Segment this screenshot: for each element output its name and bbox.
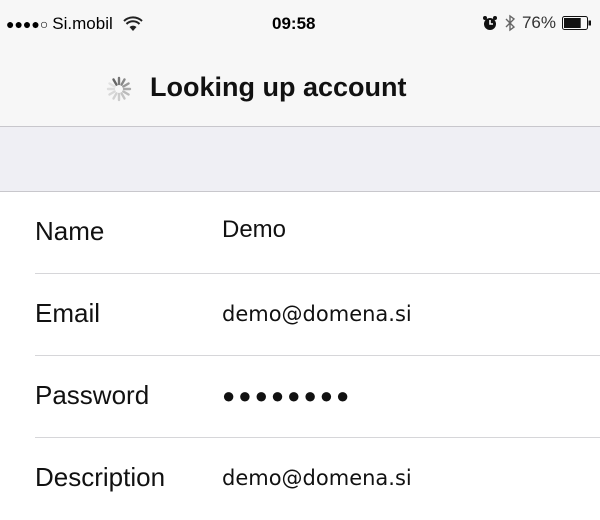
email-row[interactable]: Email demo@domena.si: [0, 274, 600, 356]
description-field[interactable]: demo@domena.si: [222, 466, 412, 490]
password-label: Password: [35, 380, 150, 410]
signal-strength: ●●●●○: [6, 16, 49, 32]
email-field[interactable]: demo@domena.si: [222, 302, 412, 326]
alarm-icon: [482, 16, 497, 30]
name-label: Name: [35, 216, 105, 246]
name-field[interactable]: Demo: [222, 216, 286, 244]
description-row[interactable]: Description demo@domena.si: [0, 438, 600, 520]
bluetooth-icon: [505, 14, 516, 32]
password-row[interactable]: Password ●●●●●●●●: [0, 356, 600, 438]
status-right: 76%: [482, 13, 592, 33]
status-left: ●●●●○ Si.mobil: [6, 14, 143, 34]
password-field[interactable]: ●●●●●●●●: [222, 383, 352, 409]
page-title: Looking up account: [150, 72, 407, 102]
battery-icon: [562, 16, 591, 30]
status-time: 09:58: [272, 14, 316, 33]
name-row[interactable]: Name Demo: [0, 192, 600, 274]
navigation-bar: Looking up account: [0, 48, 600, 127]
activity-spinner-icon: [106, 76, 132, 102]
section-spacer: [0, 127, 600, 192]
carrier-name: Si.mobil: [52, 14, 113, 33]
battery-percent: 76%: [521, 13, 556, 32]
description-label: Description: [35, 462, 166, 492]
status-bar: ●●●●○ Si.mobil 09:58 76%: [0, 0, 600, 48]
wifi-icon: [123, 16, 143, 31]
email-label: Email: [35, 298, 101, 328]
